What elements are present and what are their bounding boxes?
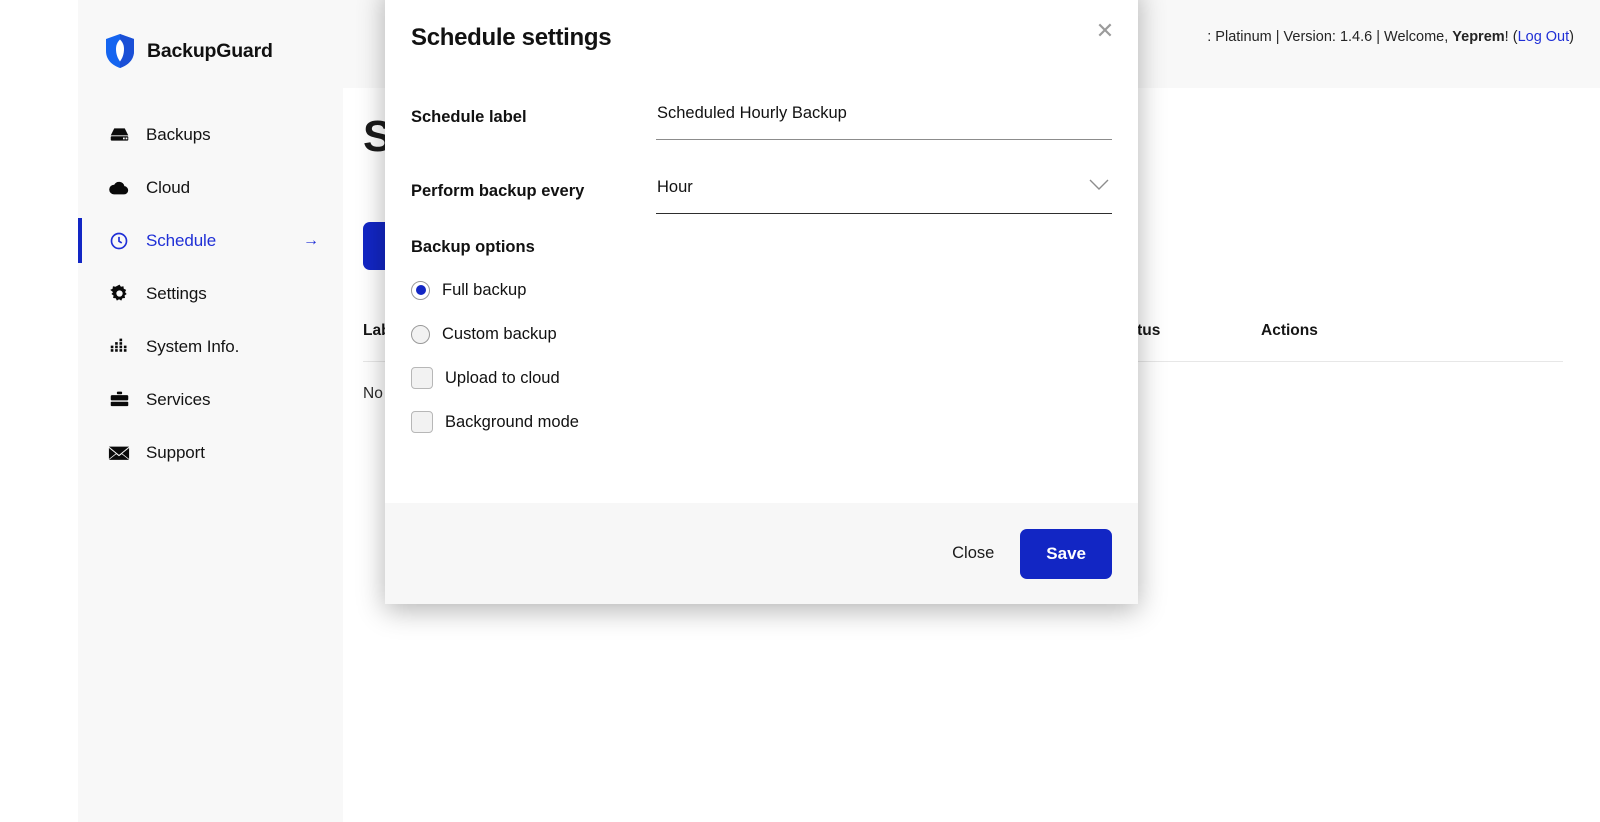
meta-paren-close: ) bbox=[1569, 29, 1574, 45]
brand: BackupGuard bbox=[104, 33, 273, 69]
briefcase-icon bbox=[108, 389, 130, 411]
chevron-down-icon bbox=[1088, 178, 1110, 197]
sidebar-item-label: Settings bbox=[146, 284, 207, 304]
schedule-label-caption: Schedule label bbox=[411, 92, 656, 127]
radio-custom-backup[interactable] bbox=[411, 325, 430, 344]
checkbox-background-mode[interactable] bbox=[411, 411, 433, 433]
sidebar-item-system-info[interactable]: System Info. bbox=[78, 320, 343, 373]
perform-every-select[interactable]: Hour bbox=[656, 166, 1112, 214]
option-label: Custom backup bbox=[442, 325, 557, 344]
sidebar-nav: Backups Cloud Schedule → bbox=[78, 108, 343, 479]
save-button[interactable]: Save bbox=[1020, 529, 1112, 579]
perform-every-caption: Perform backup every bbox=[411, 166, 656, 201]
sidebar-item-cloud[interactable]: Cloud bbox=[78, 161, 343, 214]
schedule-label-field bbox=[656, 92, 1112, 140]
equalizer-icon bbox=[108, 336, 130, 358]
option-upload-to-cloud[interactable]: Upload to cloud bbox=[411, 361, 1112, 395]
perform-every-row: Perform backup every Hour bbox=[411, 166, 1112, 214]
clock-icon bbox=[108, 230, 130, 252]
app-root: BackupGuard Backups bbox=[0, 0, 1600, 822]
shield-icon bbox=[104, 33, 136, 69]
sidebar-item-label: Schedule bbox=[146, 231, 216, 251]
option-label: Upload to cloud bbox=[445, 369, 560, 388]
column-header-actions: Actions bbox=[1261, 322, 1411, 340]
sidebar-item-label: Backups bbox=[146, 125, 211, 145]
option-label: Full backup bbox=[442, 281, 526, 300]
dialog-header: Schedule settings ✕ bbox=[385, 0, 1138, 66]
account-meta: : Platinum | Version: 1.4.6 | Welcome, Y… bbox=[1207, 29, 1574, 45]
option-full-backup[interactable]: Full backup bbox=[411, 273, 1112, 307]
close-button[interactable]: Close bbox=[952, 544, 994, 563]
schedule-settings-dialog: Schedule settings ✕ Schedule label Perfo… bbox=[385, 0, 1138, 604]
backup-options-title: Backup options bbox=[411, 238, 1112, 257]
sidebar-item-services[interactable]: Services bbox=[78, 373, 343, 426]
cloud-icon bbox=[108, 177, 130, 199]
option-custom-backup[interactable]: Custom backup bbox=[411, 317, 1112, 351]
sidebar-item-label: Cloud bbox=[146, 178, 190, 198]
envelope-icon bbox=[108, 442, 130, 464]
hard-drive-icon bbox=[108, 124, 130, 146]
perform-every-value: Hour bbox=[657, 178, 693, 197]
schedule-label-input[interactable] bbox=[656, 92, 1112, 140]
sidebar-item-label: Services bbox=[146, 390, 210, 410]
sidebar: BackupGuard Backups bbox=[78, 0, 343, 822]
sidebar-item-backups[interactable]: Backups bbox=[78, 108, 343, 161]
schedule-label-row: Schedule label bbox=[411, 92, 1112, 140]
dialog-title: Schedule settings bbox=[411, 24, 611, 66]
checkbox-upload-to-cloud[interactable] bbox=[411, 367, 433, 389]
sidebar-item-label: Support bbox=[146, 443, 205, 463]
radio-full-backup[interactable] bbox=[411, 281, 430, 300]
logout-link[interactable]: Log Out bbox=[1518, 29, 1570, 45]
sidebar-item-label: System Info. bbox=[146, 337, 239, 357]
close-icon[interactable]: ✕ bbox=[1094, 20, 1116, 42]
gear-icon bbox=[108, 283, 130, 305]
perform-every-field: Hour bbox=[656, 166, 1112, 214]
brand-name: BackupGuard bbox=[147, 40, 273, 63]
dialog-body: Schedule label Perform backup every Hour bbox=[385, 66, 1138, 503]
sidebar-item-support[interactable]: Support bbox=[78, 426, 343, 479]
plan-version-text: : Platinum | Version: 1.4.6 | Welcome, bbox=[1207, 29, 1452, 45]
option-label: Background mode bbox=[445, 413, 579, 432]
form-spacer bbox=[411, 140, 1112, 166]
username: Yeprem bbox=[1452, 29, 1504, 45]
option-background-mode[interactable]: Background mode bbox=[411, 405, 1112, 439]
dialog-footer: Close Save bbox=[385, 503, 1138, 604]
meta-suffix: ! ( bbox=[1505, 29, 1518, 45]
arrow-right-icon: → bbox=[303, 232, 319, 250]
sidebar-item-schedule[interactable]: Schedule → bbox=[78, 214, 343, 267]
sidebar-item-settings[interactable]: Settings bbox=[78, 267, 343, 320]
